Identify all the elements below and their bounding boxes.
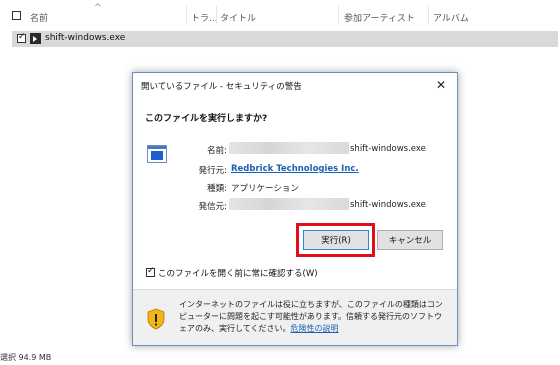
dialog-question: このファイルを実行しますか?: [145, 114, 268, 124]
column-track[interactable]: トラ...: [191, 11, 218, 24]
column-artist[interactable]: 参加アーティスト: [344, 11, 415, 24]
select-all-checkbox[interactable]: [12, 11, 21, 20]
name-label: 名前:: [207, 146, 227, 156]
cancel-button[interactable]: キャンセル: [377, 230, 443, 250]
blurred-path: [229, 142, 349, 154]
security-warning-dialog: 開いているファイル - セキュリティの警告 ✕ このファイルを実行しますか? 名…: [132, 72, 458, 346]
type-value: アプリケーション: [231, 184, 299, 194]
publisher-label: 発行元:: [198, 166, 227, 176]
from-value: shift-windows.exe: [350, 200, 426, 210]
dialog-titlebar[interactable]: 開いているファイル - セキュリティの警告 ✕: [133, 73, 457, 97]
always-ask-label[interactable]: このファイルを開く前に常に確認する(W): [158, 267, 318, 279]
file-checkbox[interactable]: ✓: [17, 32, 26, 43]
close-button[interactable]: ✕: [429, 75, 453, 95]
file-name: shift-windows.exe: [45, 33, 126, 43]
warning-footer: インターネットのファイルは役に立ちますが、このファイルの種類はコンピューターに問…: [133, 290, 457, 345]
column-title[interactable]: タイトル: [220, 11, 256, 24]
always-ask-checkbox[interactable]: ✓: [146, 266, 155, 277]
check-icon: ✓: [147, 266, 155, 276]
column-header: ^ 名前 トラ... タイトル 参加アーティスト アルバム: [0, 0, 560, 27]
exe-file-icon: [30, 33, 41, 44]
shield-warning-icon: [147, 308, 165, 330]
type-label: 種類:: [207, 184, 227, 194]
file-row[interactable]: ✓ shift-windows.exe: [12, 31, 558, 47]
status-bar: 選択 94.9 MB: [0, 353, 52, 362]
name-value: shift-windows.exe: [350, 144, 426, 154]
blurred-source: [229, 198, 349, 210]
warning-text: インターネットのファイルは役に立ちますが、このファイルの種類はコンピューターに問…: [179, 300, 443, 333]
publisher-link[interactable]: Redbrick Technologies Inc.: [231, 164, 359, 174]
risk-link[interactable]: 危険性の説明: [291, 324, 339, 333]
sort-arrow-icon: ^: [94, 3, 102, 13]
column-name[interactable]: 名前: [30, 11, 48, 24]
column-album[interactable]: アルバム: [433, 11, 469, 24]
from-label: 発信元:: [198, 202, 227, 212]
check-icon: ✓: [18, 32, 26, 42]
application-icon: [147, 145, 167, 163]
highlight-box: [296, 223, 375, 257]
dialog-title: 開いているファイル - セキュリティの警告: [141, 82, 302, 92]
